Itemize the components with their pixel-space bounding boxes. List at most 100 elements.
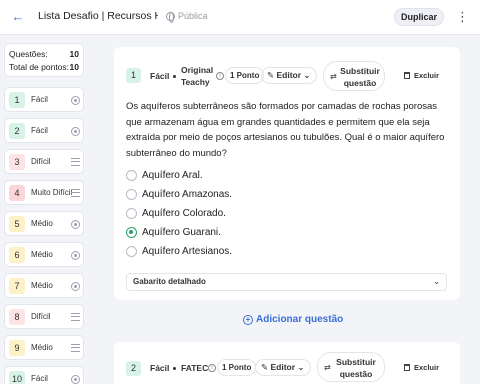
- back-arrow-icon[interactable]: ←: [10, 9, 26, 25]
- trash-icon: [404, 72, 410, 79]
- question-number-badge: 6: [9, 247, 25, 263]
- answer-key-toggle[interactable]: Gabarito detalhado ⌄: [126, 273, 447, 291]
- question-text: Os aquíferos subterrâneos são formados p…: [126, 101, 445, 159]
- difficulty-label: Médio: [31, 219, 53, 228]
- answer-option-label: Aquífero Colorado.: [142, 207, 226, 219]
- difficulty-label: Médio: [31, 343, 53, 352]
- radio-icon[interactable]: [126, 207, 137, 219]
- multiple-choice-icon: [71, 251, 80, 260]
- delete-button[interactable]: Excluir: [404, 363, 439, 372]
- sidebar-question-item[interactable]: 9 Médio: [4, 335, 84, 360]
- delete-button[interactable]: Excluir: [404, 71, 439, 80]
- delete-label: Excluir: [414, 363, 440, 372]
- multiple-choice-icon: [71, 220, 80, 229]
- swap-icon: ⇄: [330, 72, 337, 81]
- question-source: FATEC: [181, 363, 209, 373]
- difficulty-label: Médio: [31, 250, 53, 259]
- radio-icon[interactable]: [126, 246, 137, 258]
- chevron-down-icon: ⌄: [433, 277, 440, 286]
- separator-dot: [173, 367, 176, 370]
- question-number-badge: 2: [9, 123, 25, 139]
- answer-option[interactable]: Aquífero Amazonas.: [126, 187, 232, 201]
- questions-count-label: Questões:: [9, 49, 48, 59]
- chevron-down-icon: ⌄: [301, 70, 311, 80]
- multiple-choice-icon: [71, 127, 80, 136]
- visibility-indicator: Pública: [166, 11, 208, 23]
- sidebar-question-item[interactable]: 10 Fácil: [4, 366, 84, 384]
- sidebar-question-item[interactable]: 5 Médio: [4, 211, 84, 236]
- chevron-down-icon: ⌄: [295, 362, 305, 372]
- question-number-badge: 2: [126, 361, 141, 376]
- info-icon[interactable]: i: [216, 72, 224, 80]
- duplicate-button[interactable]: Duplicar: [394, 8, 444, 26]
- difficulty-label: Fácil: [150, 363, 170, 373]
- radio-selected-icon[interactable]: [126, 227, 137, 239]
- substitute-label-1: Substituir: [340, 66, 380, 76]
- editor-dropdown[interactable]: ✎ Editor ⌄: [261, 67, 317, 84]
- multiple-choice-icon: [71, 282, 80, 291]
- more-options-icon[interactable]: ⋮: [456, 9, 469, 25]
- sidebar-question-item[interactable]: 1 Fácil: [4, 87, 84, 112]
- total-points-label: Total de pontos:: [9, 62, 70, 72]
- answer-option[interactable]: Aquífero Guarani.: [126, 226, 221, 240]
- open-text-icon: [71, 158, 80, 166]
- sidebar-question-item[interactable]: 3 Difícil: [4, 149, 84, 174]
- globe-icon: [166, 11, 175, 23]
- points-chip[interactable]: 1 Ponto: [225, 67, 265, 84]
- open-text-icon: [71, 313, 80, 321]
- difficulty-label: Fácil: [150, 71, 170, 81]
- substitute-label-2: questão: [343, 78, 377, 88]
- swap-icon: ⇄: [324, 363, 331, 372]
- open-text-icon: [71, 189, 80, 197]
- difficulty-label: Muito Difícil: [31, 188, 73, 197]
- question-source: Original Teachy: [181, 64, 213, 88]
- question-number-badge: 4: [9, 185, 25, 201]
- visibility-label: Pública: [178, 11, 208, 21]
- question-number-badge: 10: [9, 371, 25, 384]
- radio-icon[interactable]: [126, 169, 137, 181]
- answer-option[interactable]: Aquífero Colorado.: [126, 206, 226, 220]
- plus-icon: +: [243, 314, 253, 325]
- question-number-badge: 7: [9, 278, 25, 294]
- separator-dot: [173, 75, 176, 78]
- difficulty-label: Fácil: [31, 374, 48, 383]
- page-title: Lista Desafio | Recursos Hí...: [38, 10, 158, 22]
- answer-option-label: Aquífero Aral.: [142, 169, 203, 181]
- sidebar-question-item[interactable]: 8 Difícil: [4, 304, 84, 329]
- difficulty-label: Fácil: [31, 95, 48, 104]
- top-bar: ← Lista Desafio | Recursos Hí... Pública…: [0, 0, 480, 35]
- sidebar-question-item[interactable]: 6 Médio: [4, 242, 84, 267]
- open-text-icon: [71, 344, 80, 352]
- editor-label: Editor: [270, 362, 296, 372]
- multiple-choice-icon: [71, 375, 80, 384]
- question-number-badge: 1: [9, 92, 25, 108]
- multiple-choice-icon: [71, 96, 80, 105]
- source-line-2: Teachy: [181, 77, 210, 87]
- substitute-question-button[interactable]: ⇄ Substituir questão: [317, 352, 385, 382]
- difficulty-label: Difícil: [31, 157, 51, 166]
- radio-icon[interactable]: [126, 188, 137, 200]
- question-number-badge: 8: [9, 309, 25, 325]
- answer-option[interactable]: Aquífero Aral.: [126, 168, 203, 182]
- answer-option[interactable]: Aquífero Artesianos.: [126, 245, 232, 259]
- substitute-question-button[interactable]: ⇄ Substituir questão: [323, 61, 385, 91]
- difficulty-label: Difícil: [31, 312, 51, 321]
- answer-option-label: Aquífero Amazonas.: [142, 188, 233, 200]
- questions-count-value: 10: [69, 49, 79, 59]
- editor-dropdown[interactable]: ✎ Editor ⌄: [255, 359, 311, 376]
- points-chip[interactable]: 1 Ponto: [217, 359, 257, 376]
- sidebar-question-item[interactable]: 7 Médio: [4, 273, 84, 298]
- question-number-badge: 9: [9, 340, 25, 356]
- total-points-value: 10: [69, 62, 79, 72]
- sidebar-question-item[interactable]: 2 Fácil: [4, 118, 84, 143]
- question-number-badge: 5: [9, 216, 25, 232]
- source-line-1: Original: [181, 65, 214, 75]
- info-icon[interactable]: i: [208, 364, 216, 372]
- trash-icon: [404, 364, 410, 371]
- editor-label: Editor: [276, 70, 302, 80]
- question-number-badge: 3: [9, 154, 25, 170]
- question-card-1: 1 Fácil Original Teachy i 1 Ponto ✎ Edit…: [114, 47, 460, 300]
- answer-key-label: Gabarito detalhado: [133, 277, 206, 286]
- add-question-button[interactable]: + Adicionar questão: [243, 314, 343, 325]
- sidebar-question-item[interactable]: 4 Muito Difícil: [4, 180, 84, 205]
